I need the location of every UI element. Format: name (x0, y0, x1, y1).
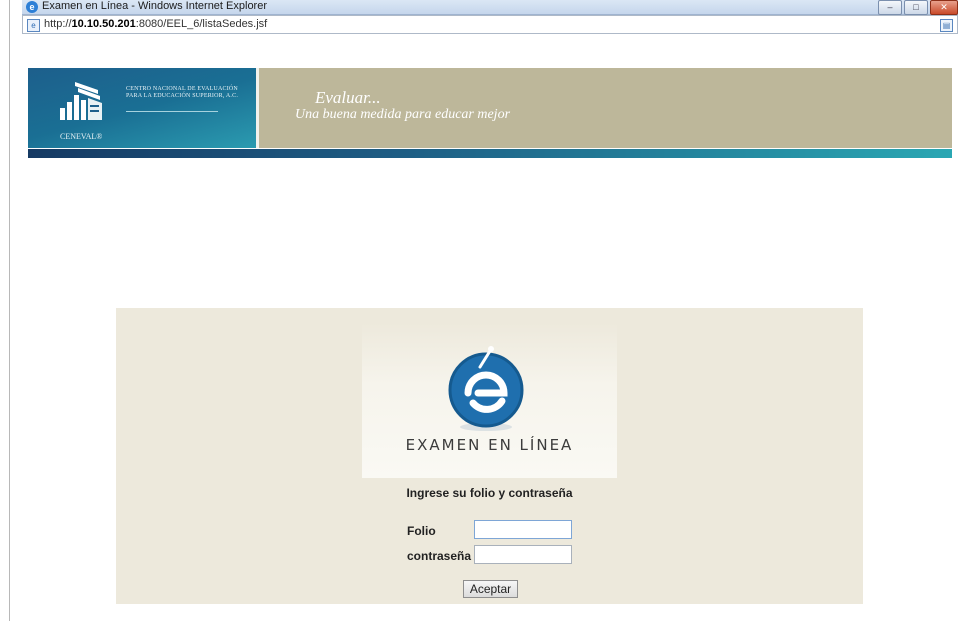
tagline-subtitle: Una buena medida para educar mejor (295, 107, 511, 122)
org-name: CENTRO NACIONAL DE EVALUACIÓN PARA LA ED… (126, 86, 239, 99)
ceneval-logo-icon (60, 82, 102, 120)
site-banner: CENTRO NACIONAL DE EVALUACIÓN PARA LA ED… (28, 68, 952, 158)
ceneval-brand: CENEVAL® (60, 132, 103, 141)
org-underline (126, 111, 218, 112)
compatibility-view-icon[interactable]: ▤ (940, 19, 953, 32)
minimize-icon[interactable]: – (878, 0, 902, 15)
url-prefix: http:// (44, 18, 72, 30)
page-icon: e (27, 19, 40, 32)
login-instruction: Ingrese su folio y contraseña (406, 486, 573, 500)
examen-en-linea-logo-icon (448, 346, 524, 431)
folio-label: Folio (407, 524, 436, 538)
browser-window: e Examen en Línea - Windows Internet Exp… (0, 0, 958, 621)
folio-input[interactable] (474, 520, 572, 539)
url-text[interactable]: http://10.10.50.201:8080/EEL_6/listaSede… (44, 18, 267, 30)
exam-logo-box: EXAMEN EN LÍNEA (362, 323, 617, 478)
tagline-title: Evaluar... (315, 88, 381, 107)
window-title: Examen en Línea - Windows Internet Explo… (42, 0, 268, 12)
maximize-icon[interactable]: □ (904, 0, 928, 15)
internet-explorer-icon: e (26, 1, 38, 13)
close-icon[interactable]: ✕ (930, 0, 958, 15)
exam-wordmark: EXAMEN EN LÍNEA (405, 436, 574, 454)
url-host: 10.10.50.201 (71, 18, 136, 30)
window-edge (9, 0, 10, 621)
tagline-panel: Evaluar... Una buena medida para educar … (259, 68, 952, 148)
address-bar[interactable]: e http://10.10.50.201:8080/EEL_6/listaSe… (22, 15, 958, 34)
title-bar: e Examen en Línea - Windows Internet Exp… (22, 0, 958, 15)
password-input[interactable] (474, 545, 572, 564)
password-label: contraseña (407, 549, 472, 563)
accept-button[interactable]: Aceptar (463, 580, 518, 598)
ceneval-logo-panel: CENTRO NACIONAL DE EVALUACIÓN PARA LA ED… (28, 68, 256, 148)
login-panel: EXAMEN EN LÍNEA Ingrese su folio y contr… (116, 308, 863, 604)
url-path: :8080/EEL_6/listaSedes.jsf (135, 18, 268, 30)
banner-stripe (28, 149, 952, 158)
